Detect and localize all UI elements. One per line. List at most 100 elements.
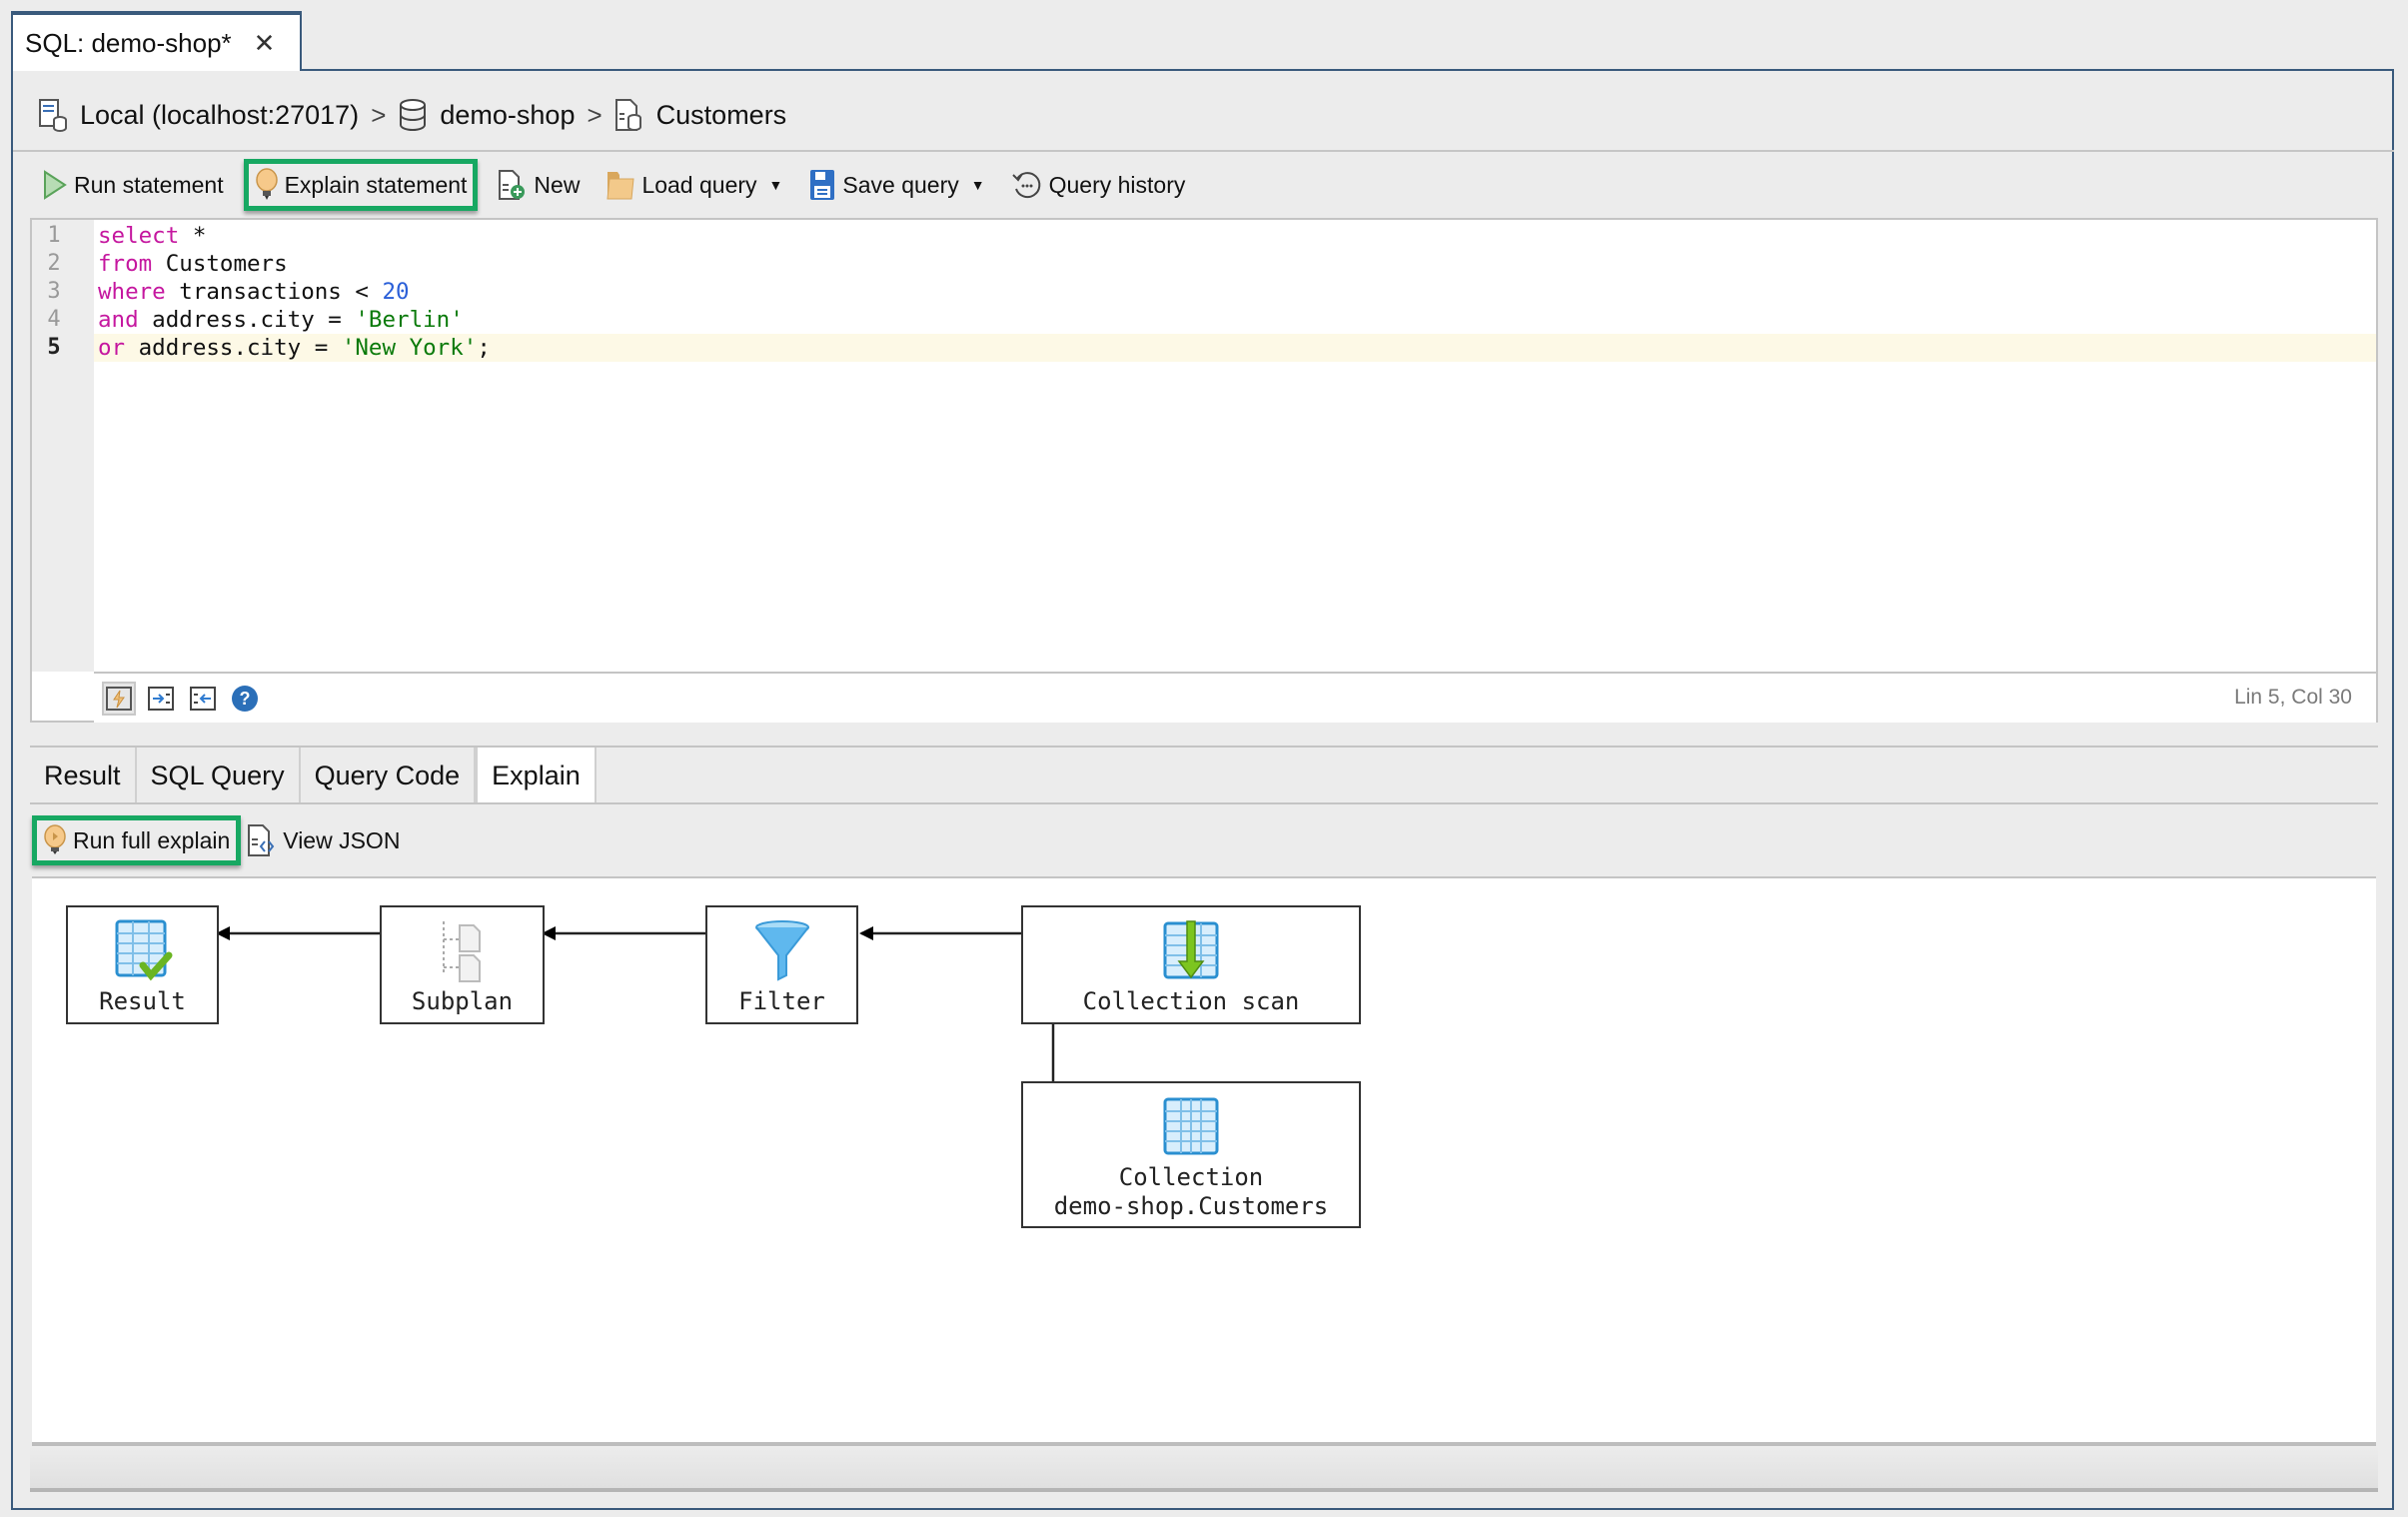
close-tab-icon[interactable]: ✕ [254, 28, 276, 59]
plan-node-sublabel: demo-shop.Customers [1053, 1192, 1329, 1220]
sql-text: address.city = [138, 307, 356, 333]
dropdown-arrow-icon[interactable]: ▼ [971, 177, 985, 193]
breadcrumb-label: demo-shop [440, 99, 576, 130]
tab-sql-query[interactable]: SQL Query [137, 748, 301, 804]
new-document-icon [499, 170, 526, 200]
run-statement-button[interactable]: Run statement [36, 166, 230, 204]
explain-plan-diagram: Result Subplan Filter Collection scan Co… [32, 876, 2376, 1446]
sql-string: 'Berlin' [355, 307, 464, 333]
sql-text: ; [477, 335, 491, 361]
save-query-button[interactable]: Save query ▼ [802, 164, 990, 206]
sql-keyword: where [98, 279, 166, 305]
svg-text:?: ? [240, 689, 251, 709]
sql-text: * [179, 223, 207, 249]
breadcrumb-label: Local (localhost:27017) [80, 99, 360, 130]
lightbulb-icon [255, 168, 278, 200]
query-toolbar: Run statement Explain statement New Load… [36, 159, 1192, 211]
plan-node-collection[interactable]: Collection demo-shop.Customers [1021, 1081, 1361, 1228]
collection-scan-icon [1163, 920, 1219, 979]
code-line[interactable]: where transactions < 20 [94, 278, 2376, 306]
collection-table-icon [1163, 1097, 1219, 1155]
sql-keyword: and [98, 307, 139, 333]
run-full-explain-label: Run full explain [73, 826, 231, 853]
plan-node-collection-scan[interactable]: Collection scan [1021, 905, 1361, 1024]
result-tabs: Result SQL Query Query Code Explain [30, 746, 2378, 806]
code-line[interactable]: and address.city = 'Berlin' [94, 306, 2376, 334]
tab-explain[interactable]: Explain [476, 748, 597, 804]
outdent-icon [190, 686, 216, 711]
explain-statement-button[interactable]: Explain statement [243, 159, 479, 211]
tab-result[interactable]: Result [30, 748, 137, 804]
code-line[interactable]: from Customers [94, 250, 2376, 278]
new-query-label: New [534, 171, 581, 198]
format-code-button[interactable] [102, 681, 136, 716]
dropdown-arrow-icon[interactable]: ▼ [769, 177, 783, 193]
save-query-label: Save query [842, 171, 959, 198]
json-document-icon [248, 824, 275, 856]
run-explain-bulb-icon [44, 824, 66, 854]
code-line-active[interactable]: or address.city = 'New York'; [94, 334, 2376, 362]
database-icon [400, 99, 427, 131]
plan-node-label: Filter [738, 987, 825, 1015]
save-disk-icon [810, 170, 835, 200]
subplan-icon [442, 921, 481, 982]
breadcrumb-item-database[interactable]: demo-shop [398, 98, 575, 132]
breadcrumb-separator: > [587, 99, 602, 130]
run-full-explain-button[interactable]: Run full explain [32, 815, 242, 865]
view-json-label: View JSON [283, 826, 401, 853]
filter-funnel-icon [754, 920, 809, 981]
help-icon: ? [232, 685, 258, 712]
sql-number: 20 [382, 279, 410, 305]
line-number: 1 [47, 223, 61, 248]
sql-keyword: or [98, 335, 126, 361]
plan-node-label: Result [99, 987, 186, 1015]
sql-text: transactions < [165, 279, 383, 305]
load-query-label: Load query [641, 171, 757, 198]
plan-node-subplan[interactable]: Subplan [380, 905, 545, 1024]
help-button[interactable]: ? [228, 682, 262, 716]
folder-icon [606, 172, 634, 200]
status-bar [30, 1446, 2378, 1492]
new-query-button[interactable]: New [492, 165, 586, 205]
play-icon [44, 170, 67, 200]
breadcrumb-item-connection[interactable]: Local (localhost:27017) [38, 98, 359, 132]
breadcrumb-item-collection[interactable]: Customers [614, 98, 787, 132]
history-icon [1011, 172, 1040, 199]
breadcrumb-separator: > [371, 99, 387, 130]
line-number-active: 5 [47, 335, 61, 360]
format-code-icon [106, 686, 132, 711]
query-history-label: Query history [1048, 171, 1186, 198]
document-tab[interactable]: SQL: demo-shop* ✕ [11, 11, 302, 71]
run-statement-label: Run statement [74, 171, 224, 198]
sql-keyword: select [98, 223, 180, 249]
line-number-gutter: 1 2 3 4 5 [32, 220, 94, 672]
document-tab-title: SQL: demo-shop* [25, 27, 232, 58]
line-number: 2 [47, 251, 61, 276]
plan-node-label: Collection [1118, 1163, 1264, 1191]
server-icon [39, 99, 67, 132]
sql-keyword: from [98, 251, 153, 277]
code-area[interactable]: select * from Customers where transactions… [94, 220, 2376, 672]
indent-button[interactable] [144, 682, 178, 716]
outdent-button[interactable] [186, 682, 220, 716]
plan-node-filter[interactable]: Filter [705, 905, 858, 1024]
code-line[interactable]: select * [94, 222, 2376, 250]
query-history-button[interactable]: Query history [1005, 165, 1192, 205]
plan-node-label: Collection scan [1082, 987, 1300, 1015]
view-json-button[interactable]: View JSON [241, 819, 406, 861]
editor-footer: ? Lin 5, Col 30 [94, 672, 2376, 723]
sql-string: 'New York' [341, 335, 478, 361]
plan-node-result[interactable]: Result [66, 905, 219, 1024]
breadcrumb-label: Customers [655, 99, 787, 130]
indent-icon [148, 686, 174, 711]
collection-icon [614, 99, 641, 131]
tab-query-code[interactable]: Query Code [301, 748, 477, 804]
explain-statement-label: Explain statement [284, 171, 468, 198]
line-number: 4 [47, 307, 61, 332]
breadcrumb: Local (localhost:27017) > demo-shop > Cu… [38, 92, 786, 138]
plan-node-label: Subplan [411, 987, 514, 1015]
sql-text: address.city = [125, 335, 342, 361]
load-query-button[interactable]: Load query ▼ [600, 165, 788, 205]
explain-toolbar: Run full explain View JSON [30, 804, 2378, 876]
sql-editor[interactable]: 1 2 3 4 5 select * from Customers where tr… [30, 218, 2378, 723]
